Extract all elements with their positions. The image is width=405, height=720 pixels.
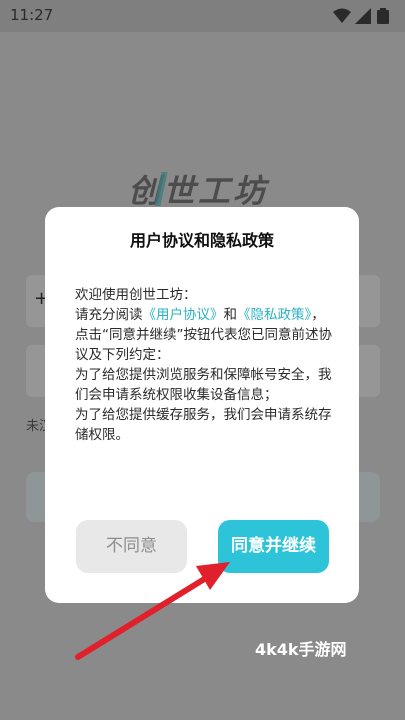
agreement-paragraph: 请充分阅读《用户协议》和《隐私政策》，点击“同意并继续”按钮代表您已同意前述协议… <box>75 305 335 365</box>
line2-and: 和 <box>223 307 238 323</box>
agree-continue-button[interactable]: 同意并继续 <box>218 520 329 573</box>
status-bar: 11:27 <box>0 0 405 32</box>
clause-storage: 为了给您提供缓存服务，我们会申请系统存储权限。 <box>75 407 332 443</box>
battery-icon <box>377 8 389 24</box>
disagree-button[interactable]: 不同意 <box>76 520 187 573</box>
line2-prefix: 请充分阅读 <box>75 307 143 323</box>
status-time: 11:27 <box>10 6 54 24</box>
user-agreement-link[interactable]: 《用户协议》 <box>143 307 224 323</box>
status-icons <box>333 8 395 24</box>
privacy-policy-link[interactable]: 《隐私政策》 <box>237 307 311 323</box>
dialog-body: 欢迎使用创世工坊： 请充分阅读《用户协议》和《隐私政策》，点击“同意并继续”按钮… <box>75 285 335 445</box>
dialog-title: 用户协议和隐私政策 <box>129 231 274 250</box>
clause-device-info: 为了给您提供浏览服务和保障帐号安全，我们会申请系统权限收集设备信息； <box>75 367 332 403</box>
watermark: 4k4k手游网 <box>255 640 347 659</box>
agreement-dialog: 用户协议和隐私政策 欢迎使用创世工坊： 请充分阅读《用户协议》和《隐私政策》，点… <box>45 207 359 603</box>
signal-icon <box>355 8 371 24</box>
app-logo-text: 创世工坊 <box>128 172 269 210</box>
wifi-icon <box>333 8 351 23</box>
intro-text: 欢迎使用创世工坊： <box>75 287 197 303</box>
app-logo: 创世工坊 <box>128 166 278 212</box>
